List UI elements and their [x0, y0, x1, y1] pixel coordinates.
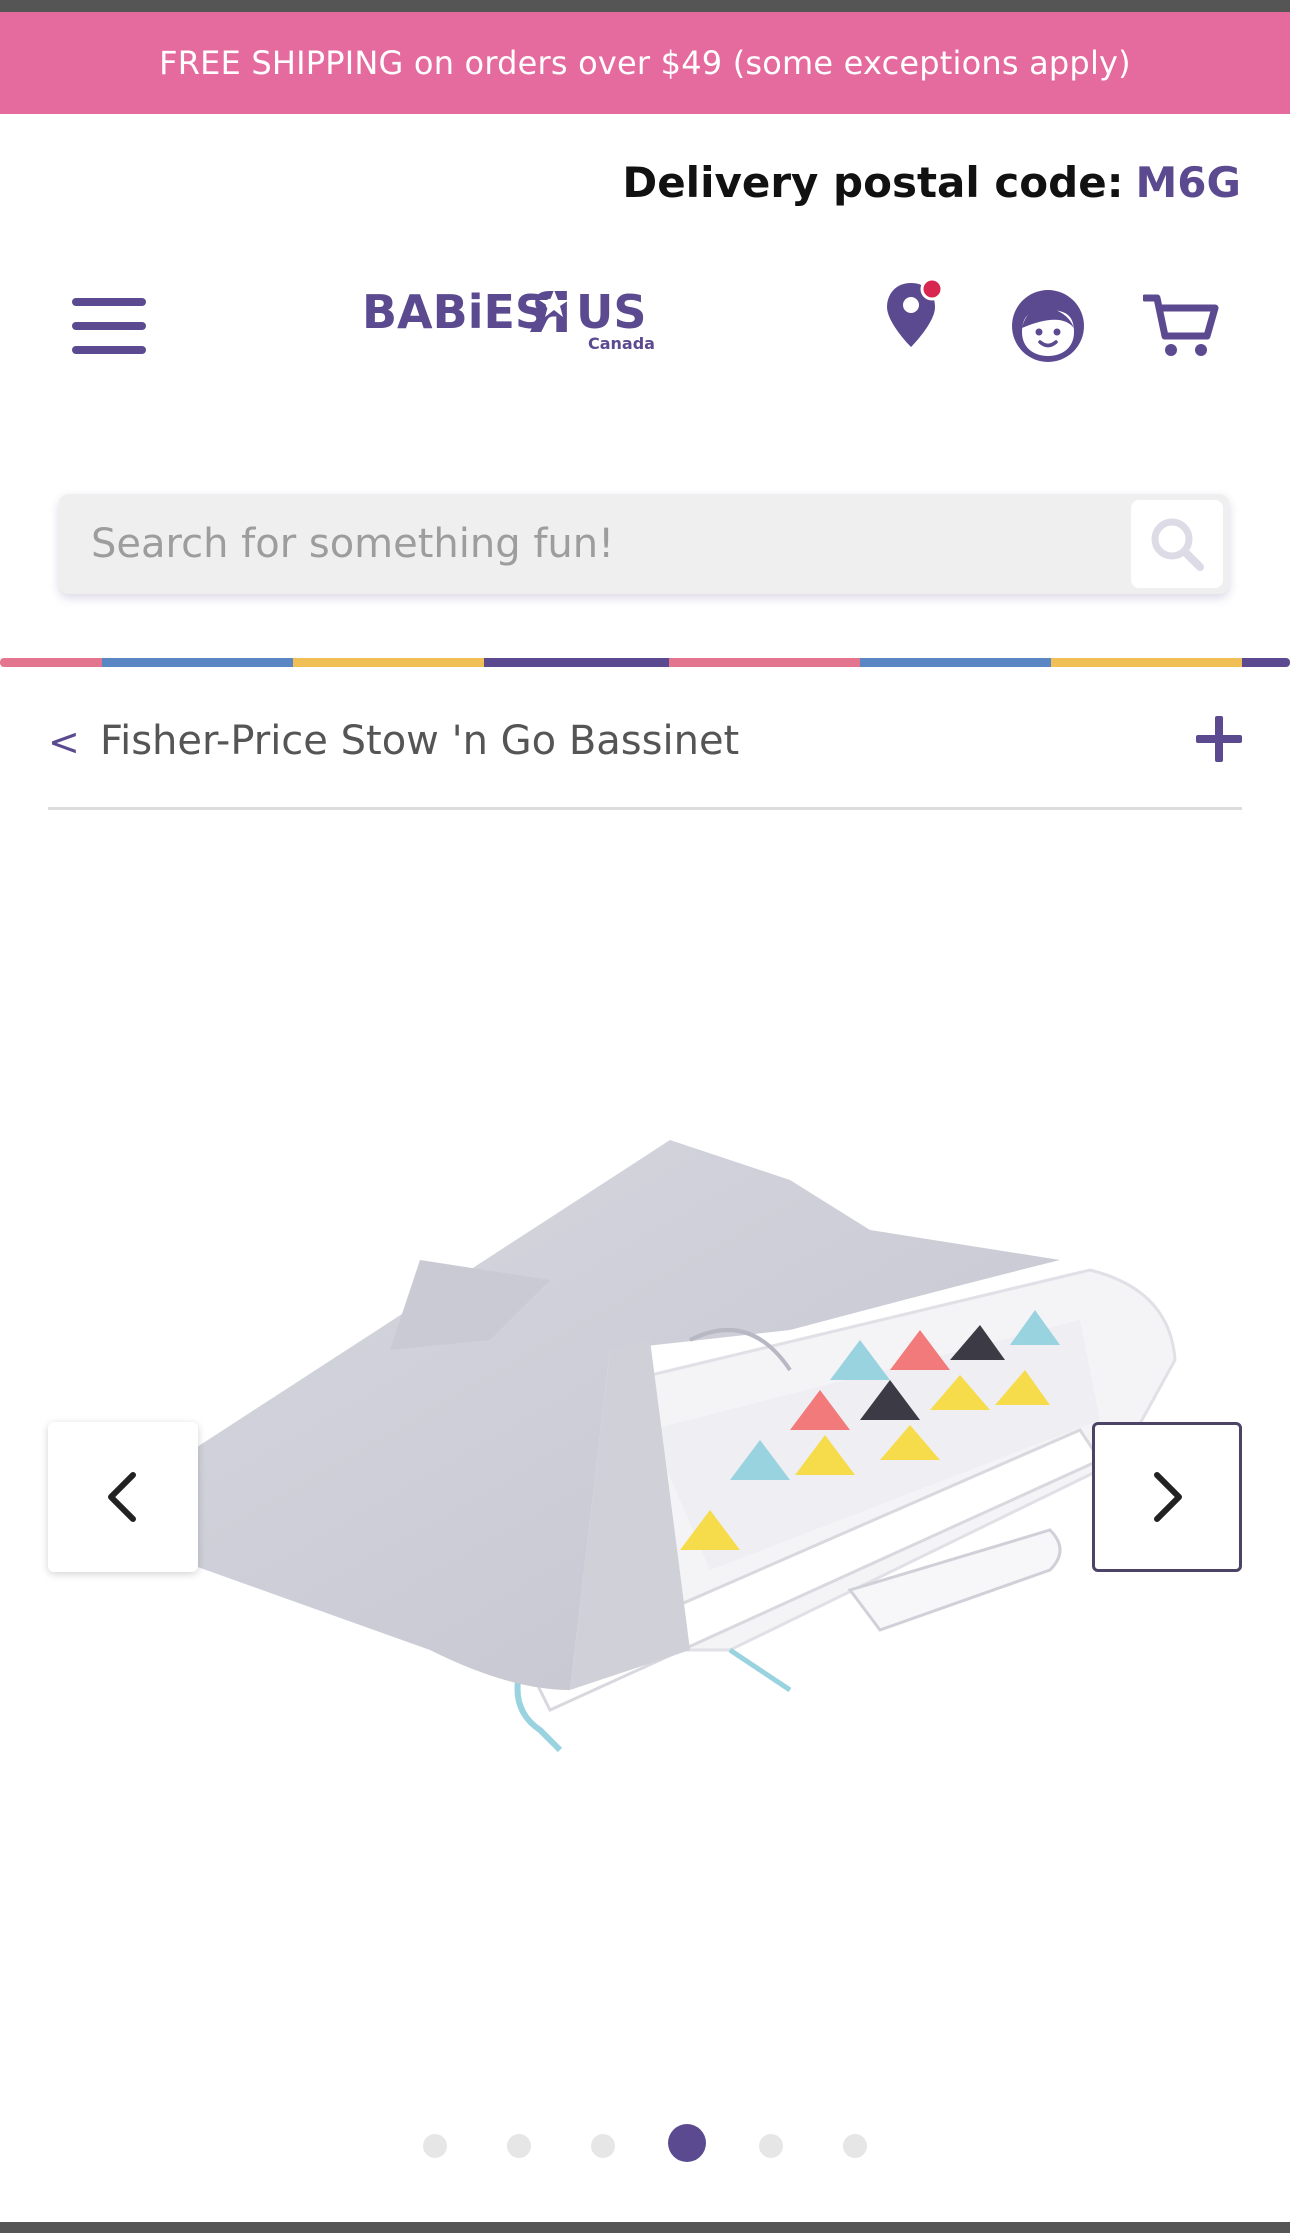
location-alert-dot [920, 277, 944, 301]
logo-text-us: US [576, 285, 646, 339]
search-bar [59, 494, 1229, 594]
hamburger-menu-icon[interactable] [72, 298, 146, 354]
carousel-dot[interactable] [423, 2134, 447, 2158]
carousel-dot[interactable] [591, 2134, 615, 2158]
search-icon [1151, 518, 1204, 571]
cart-icon[interactable] [1143, 292, 1219, 360]
account-icon[interactable] [1010, 288, 1086, 364]
breadcrumb-title[interactable]: Fisher-Price Stow 'n Go Bassinet [100, 718, 739, 764]
logo-subtext: Canada [588, 334, 655, 353]
decorative-color-stripe [0, 658, 1290, 667]
logo-r-star: R [529, 281, 572, 346]
breadcrumb: < Fisher-Price Stow 'n Go Bassinet [48, 710, 1242, 810]
carousel-dot[interactable] [507, 2134, 531, 2158]
bottom-bar-strip [0, 2222, 1290, 2233]
plus-icon[interactable] [1196, 716, 1242, 762]
location-pin-icon[interactable] [885, 275, 945, 355]
delivery-label: Delivery postal code: [622, 158, 1124, 207]
status-bar-strip [0, 0, 1290, 12]
search-button[interactable] [1131, 500, 1223, 588]
delivery-postal-code[interactable]: Delivery postal code: M6G [622, 158, 1241, 207]
carousel-dot[interactable] [759, 2134, 783, 2158]
search-input[interactable] [91, 514, 1091, 574]
carousel-dot-active[interactable] [668, 2124, 706, 2162]
carousel-next-button[interactable] [1092, 1422, 1242, 1572]
promo-banner[interactable]: FREE SHIPPING on orders over $49 (some e… [0, 12, 1290, 114]
promo-text: FREE SHIPPING on orders over $49 (some e… [159, 44, 1131, 82]
babies-r-us-logo[interactable]: BABiES R US Canada [360, 276, 660, 356]
chevron-left-icon [108, 1472, 136, 1522]
product-image-bassinet [100, 1140, 1177, 1753]
svg-text:R: R [529, 281, 572, 346]
carousel-dot[interactable] [843, 2134, 867, 2158]
chevron-right-icon [1154, 1472, 1182, 1522]
logo-text: BABiES [362, 285, 548, 339]
back-chevron-icon[interactable]: < [48, 720, 80, 764]
postal-code-value[interactable]: M6G [1136, 158, 1242, 207]
carousel-prev-button[interactable] [48, 1422, 198, 1572]
carousel-pagination [0, 2124, 1290, 2164]
